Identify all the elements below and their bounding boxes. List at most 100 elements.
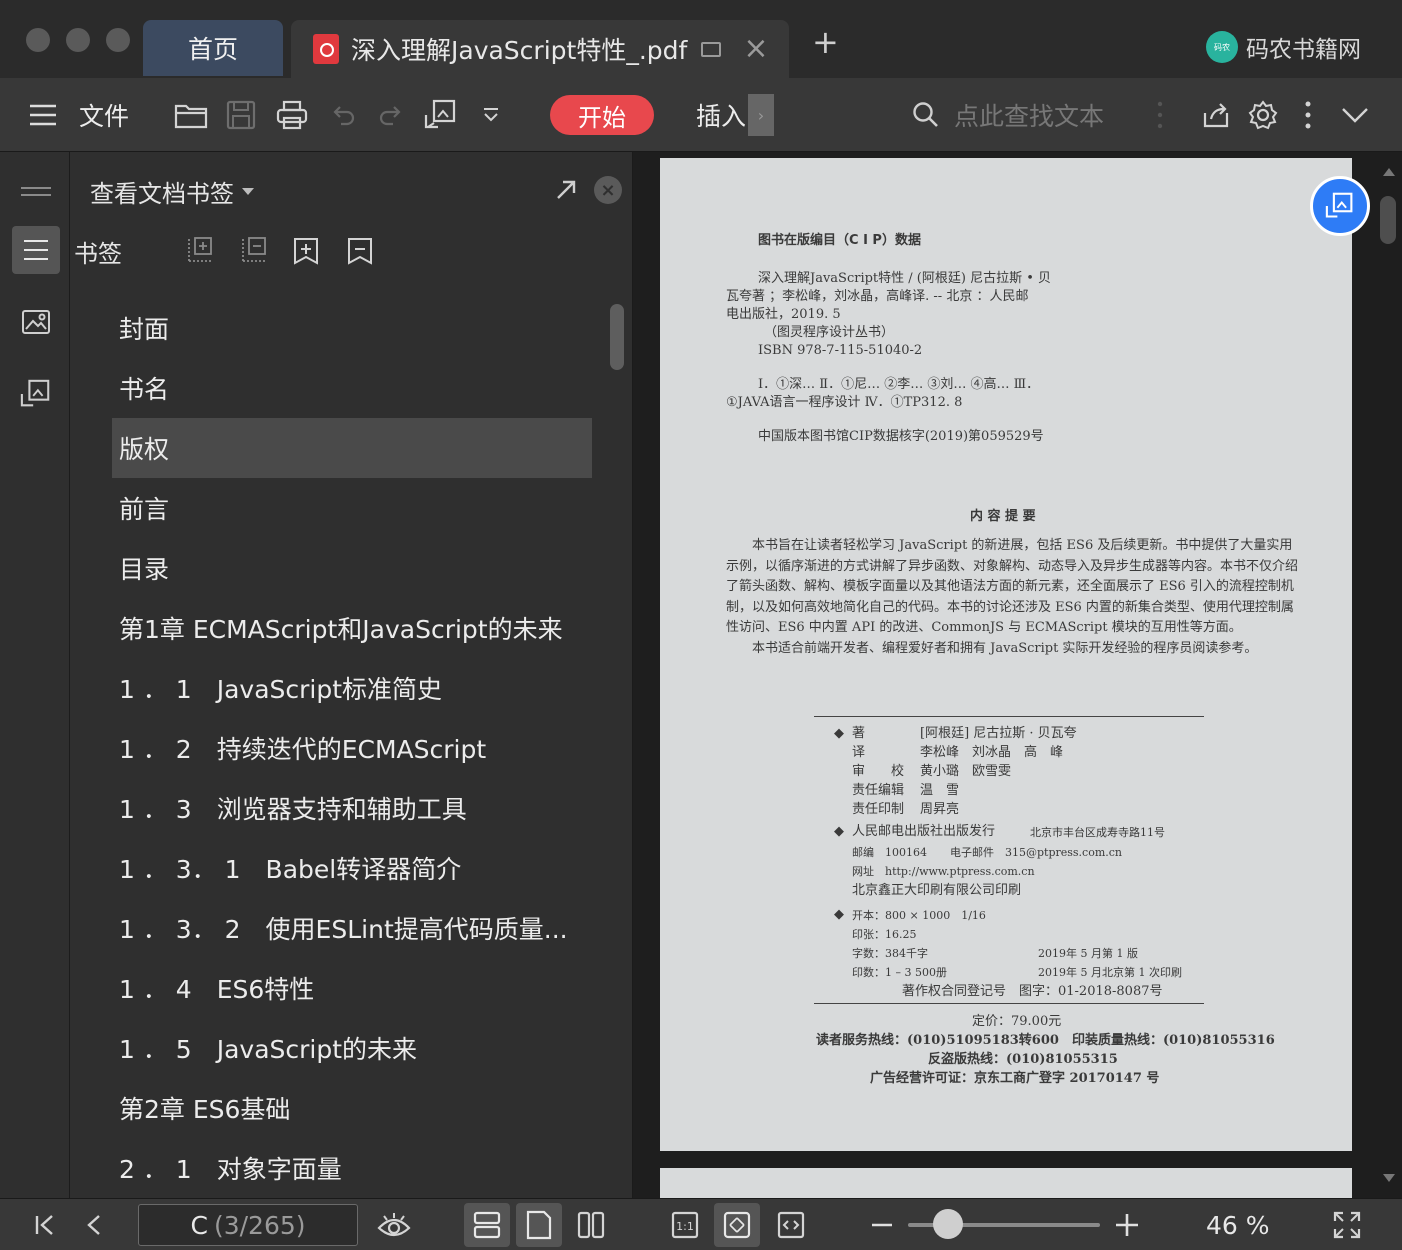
convert-image-icon: [1325, 192, 1353, 218]
pop-out-panel-icon[interactable]: [554, 178, 578, 206]
credit-name: 李松峰 刘冰晶 高 峰: [920, 745, 1064, 760]
collapse-ribbon-chevron-icon[interactable]: [1340, 78, 1370, 152]
more-tools-dropdown-icon[interactable]: [482, 78, 500, 152]
credit-name: 黄小璐 欧雪雯: [920, 764, 1012, 779]
bookmark-item-selected[interactable]: 版权: [112, 418, 592, 478]
bookmark-item[interactable]: 1 ． 4 ES6特性: [112, 958, 592, 1018]
bookmark-item[interactable]: 第2章 ES6基础: [112, 1078, 592, 1138]
export-image-icon[interactable]: [424, 78, 458, 152]
new-tab-button[interactable]: +: [812, 26, 839, 58]
start-tab-button[interactable]: 开始: [550, 95, 654, 135]
window-minimize-button[interactable]: [66, 28, 90, 52]
bookmark-item[interactable]: 书名: [112, 358, 592, 418]
service-hotline: 读者服务热线：(010)51095183转600 印装质量热线：(010)810…: [816, 1033, 1275, 1048]
fit-width-icon[interactable]: [776, 1199, 806, 1250]
cip-title: 图书在版编目（C I P）数据: [758, 233, 921, 248]
print-icon[interactable]: [276, 78, 308, 152]
bookmark-scrollbar[interactable]: [610, 304, 624, 370]
expand-all-icon[interactable]: [186, 236, 214, 268]
file-menu-button[interactable]: 文件: [79, 78, 129, 152]
print-run: 印数：1 – 3 500册: [852, 966, 947, 979]
credit-role: 责任印制: [852, 802, 905, 817]
bookmark-list-icon[interactable]: [12, 226, 60, 274]
thumbnail-icon[interactable]: [12, 298, 60, 346]
search-placeholder[interactable]: 点此查找文本: [954, 97, 1104, 133]
summary-paragraph: 本书旨在让读者轻松学习 JavaScript 的新进展，包括 ES6 及后续更新…: [726, 538, 1299, 636]
zoom-out-icon[interactable]: [870, 1199, 894, 1250]
add-bookmark-icon[interactable]: [292, 236, 320, 270]
credit-name: 周昇亮: [920, 802, 960, 817]
page-number-field[interactable]: C (3/265): [138, 1204, 358, 1246]
collapse-all-icon[interactable]: [240, 236, 268, 268]
bookmark-list: 封面 书名 版权 前言 目录 第1章 ECMAScript和JavaScript…: [112, 298, 592, 1198]
redo-icon[interactable]: [378, 78, 404, 152]
zoom-level[interactable]: 46 %: [1206, 1199, 1270, 1250]
scroll-up-arrow-icon[interactable]: [1383, 168, 1395, 176]
zoom-slider-handle[interactable]: [933, 1209, 963, 1239]
first-page-icon[interactable]: [34, 1199, 56, 1250]
extract-image-icon[interactable]: [12, 370, 60, 418]
bookmark-item[interactable]: 1 ． 1 JavaScript标准简史: [112, 658, 592, 718]
menu-icon[interactable]: [28, 78, 58, 152]
scroll-down-arrow-icon[interactable]: [1383, 1174, 1395, 1182]
tab-home-label: 首页: [187, 35, 238, 64]
actual-size-icon[interactable]: 1:1: [670, 1199, 700, 1250]
tab-document[interactable]: 深入理解JavaScript特性_.pdf ×: [291, 20, 789, 78]
credit-role: 审 校: [852, 764, 905, 779]
settings-gear-icon[interactable]: [1248, 78, 1278, 152]
undo-icon[interactable]: [330, 78, 356, 152]
title-bar: 首页 深入理解JavaScript特性_.pdf × + 码农 码农书籍网: [0, 0, 1402, 78]
publisher: 人民邮电出版社出版发行: [852, 824, 996, 839]
fit-page-icon[interactable]: [714, 1203, 760, 1247]
bookmark-section-label: 书签: [74, 240, 122, 268]
eye-protection-icon[interactable]: [376, 1199, 412, 1250]
window-close-button[interactable]: [26, 28, 50, 52]
continuous-view-icon[interactable]: [464, 1203, 510, 1247]
insert-tab-button[interactable]: 插入: [696, 78, 746, 152]
bookmark-item[interactable]: 2 ． 1 对象字面量: [112, 1138, 592, 1198]
bookmark-item[interactable]: 目录: [112, 538, 592, 598]
pdf-file-icon: [313, 34, 339, 64]
ribbon-scroll-right-button[interactable]: ›: [748, 94, 774, 136]
bookmark-item[interactable]: 1 ． 3． 2 使用ESLint提高代码质量...: [112, 898, 592, 958]
collapse-panel-icon[interactable]: [12, 168, 60, 216]
brand-logo-icon: 码农: [1206, 31, 1238, 63]
cip-line: ①JAVA语言一程序设计 Ⅳ．①TP312. 8: [726, 395, 963, 410]
bookmark-item[interactable]: 1 ． 5 JavaScript的未来: [112, 1018, 592, 1078]
bookmark-item[interactable]: 1 ． 3． 1 Babel转译器简介: [112, 838, 592, 898]
tab-document-label: 深入理解JavaScript特性_.pdf: [351, 36, 688, 65]
single-page-icon[interactable]: [516, 1203, 562, 1247]
previous-page-icon[interactable]: [86, 1199, 102, 1250]
bullet-icon: ◆: [834, 726, 844, 741]
publisher-address: 北京市丰台区成寿寺路11号: [1030, 826, 1165, 839]
bookmark-item[interactable]: 1 ． 2 持续迭代的ECMAScript: [112, 718, 592, 778]
screen-icon[interactable]: [701, 41, 722, 57]
dual-page-icon[interactable]: [576, 1199, 606, 1250]
share-icon[interactable]: [1202, 78, 1230, 152]
cip-line: （图灵程序设计丛书）: [764, 325, 895, 340]
remove-bookmark-icon[interactable]: [346, 236, 374, 270]
fullscreen-icon[interactable]: [1332, 1199, 1362, 1250]
search-icon: [913, 102, 938, 127]
bookmark-item[interactable]: 封面: [112, 298, 592, 358]
postcode: 邮编 100164: [852, 846, 927, 859]
floating-convert-button[interactable]: [1310, 176, 1370, 236]
panel-title-dropdown[interactable]: 查看文档书签: [90, 174, 254, 209]
tab-home[interactable]: 首页: [143, 20, 283, 76]
bookmark-panel: 查看文档书签 × 书签 封面 书名 版权 前言 目录 第1章 ECMAScrip…: [70, 152, 633, 1198]
bookmark-item[interactable]: 第1章 ECMAScript和JavaScript的未来: [112, 598, 592, 658]
more-options-icon[interactable]: [1304, 78, 1312, 152]
bookmark-item[interactable]: 前言: [112, 478, 592, 538]
bookmark-item[interactable]: 1 ． 3 浏览器支持和辅助工具: [112, 778, 592, 838]
close-tab-icon[interactable]: ×: [743, 34, 768, 64]
zoom-in-icon[interactable]: [1114, 1199, 1140, 1250]
search-box[interactable]: 点此查找文本: [912, 78, 1104, 152]
close-panel-icon[interactable]: ×: [594, 176, 622, 204]
document-viewport[interactable]: 图书在版编目（C I P）数据 深入理解JavaScript特性 / (阿根廷)…: [634, 152, 1402, 1208]
document-scrollbar[interactable]: [1380, 196, 1396, 244]
open-folder-icon[interactable]: [174, 78, 208, 152]
printer: 北京鑫正大印刷有限公司印刷: [852, 883, 1022, 898]
window-zoom-button[interactable]: [106, 28, 130, 52]
summary-title: 内 容 提 要: [970, 509, 1036, 524]
save-icon[interactable]: [226, 78, 256, 152]
